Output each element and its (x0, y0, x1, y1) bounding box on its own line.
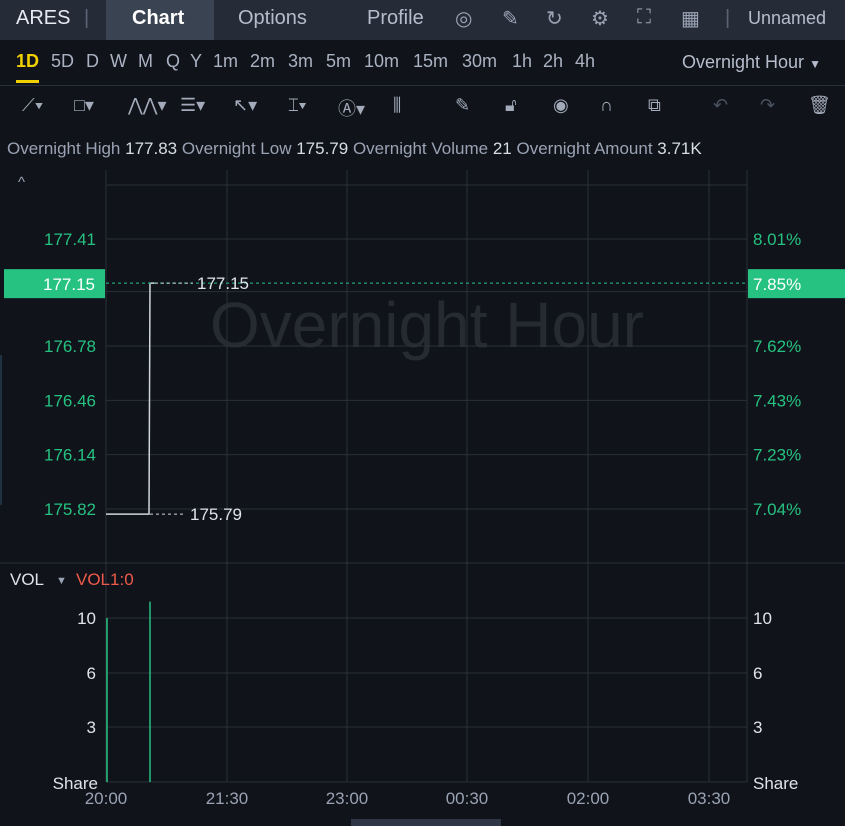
volume-tick: 3 (87, 718, 96, 737)
price-tick: 177.41 (44, 230, 96, 249)
percent-tick: 7.23% (753, 446, 801, 465)
price-line (106, 282, 155, 515)
current-price-label: 177.15 (43, 275, 95, 294)
time-tick: 00:30 (446, 789, 489, 808)
panel-resize-handle[interactable] (351, 819, 501, 826)
volume-unit-right: Share (753, 774, 798, 793)
percent-tick: 7.62% (753, 337, 801, 356)
volume-tick-right: 3 (753, 718, 762, 737)
vol-dropdown-icon: ▼ (56, 575, 67, 587)
percent-tick: 8.01% (753, 230, 801, 249)
price-chart[interactable]: Overnight Hour177.418.01%177.107.81%176.… (0, 0, 845, 826)
time-tick: 23:00 (326, 789, 369, 808)
high-marker-label: 177.15 (197, 274, 249, 293)
price-tick: 175.82 (44, 500, 96, 519)
vol-label: VOL (10, 570, 44, 589)
time-tick: 02:00 (567, 789, 610, 808)
vol-indicator: VOL1:0 (76, 570, 134, 589)
price-tick: 176.14 (44, 446, 96, 465)
percent-tick: 7.43% (753, 391, 801, 410)
volume-tick: 10 (77, 609, 96, 628)
volume-tick-right: 6 (753, 664, 762, 683)
low-marker-label: 175.79 (190, 505, 242, 524)
time-tick: 20:00 (85, 789, 128, 808)
volume-tick-right: 10 (753, 609, 772, 628)
watermark: Overnight Hour (210, 289, 644, 361)
time-tick: 03:30 (688, 789, 731, 808)
current-pct-label: 7.85% (753, 275, 801, 294)
time-tick: 21:30 (206, 789, 249, 808)
price-tick: 176.78 (44, 337, 96, 356)
price-tick: 176.46 (44, 391, 96, 410)
volume-tick: 6 (87, 664, 96, 683)
percent-tick: 7.04% (753, 500, 801, 519)
